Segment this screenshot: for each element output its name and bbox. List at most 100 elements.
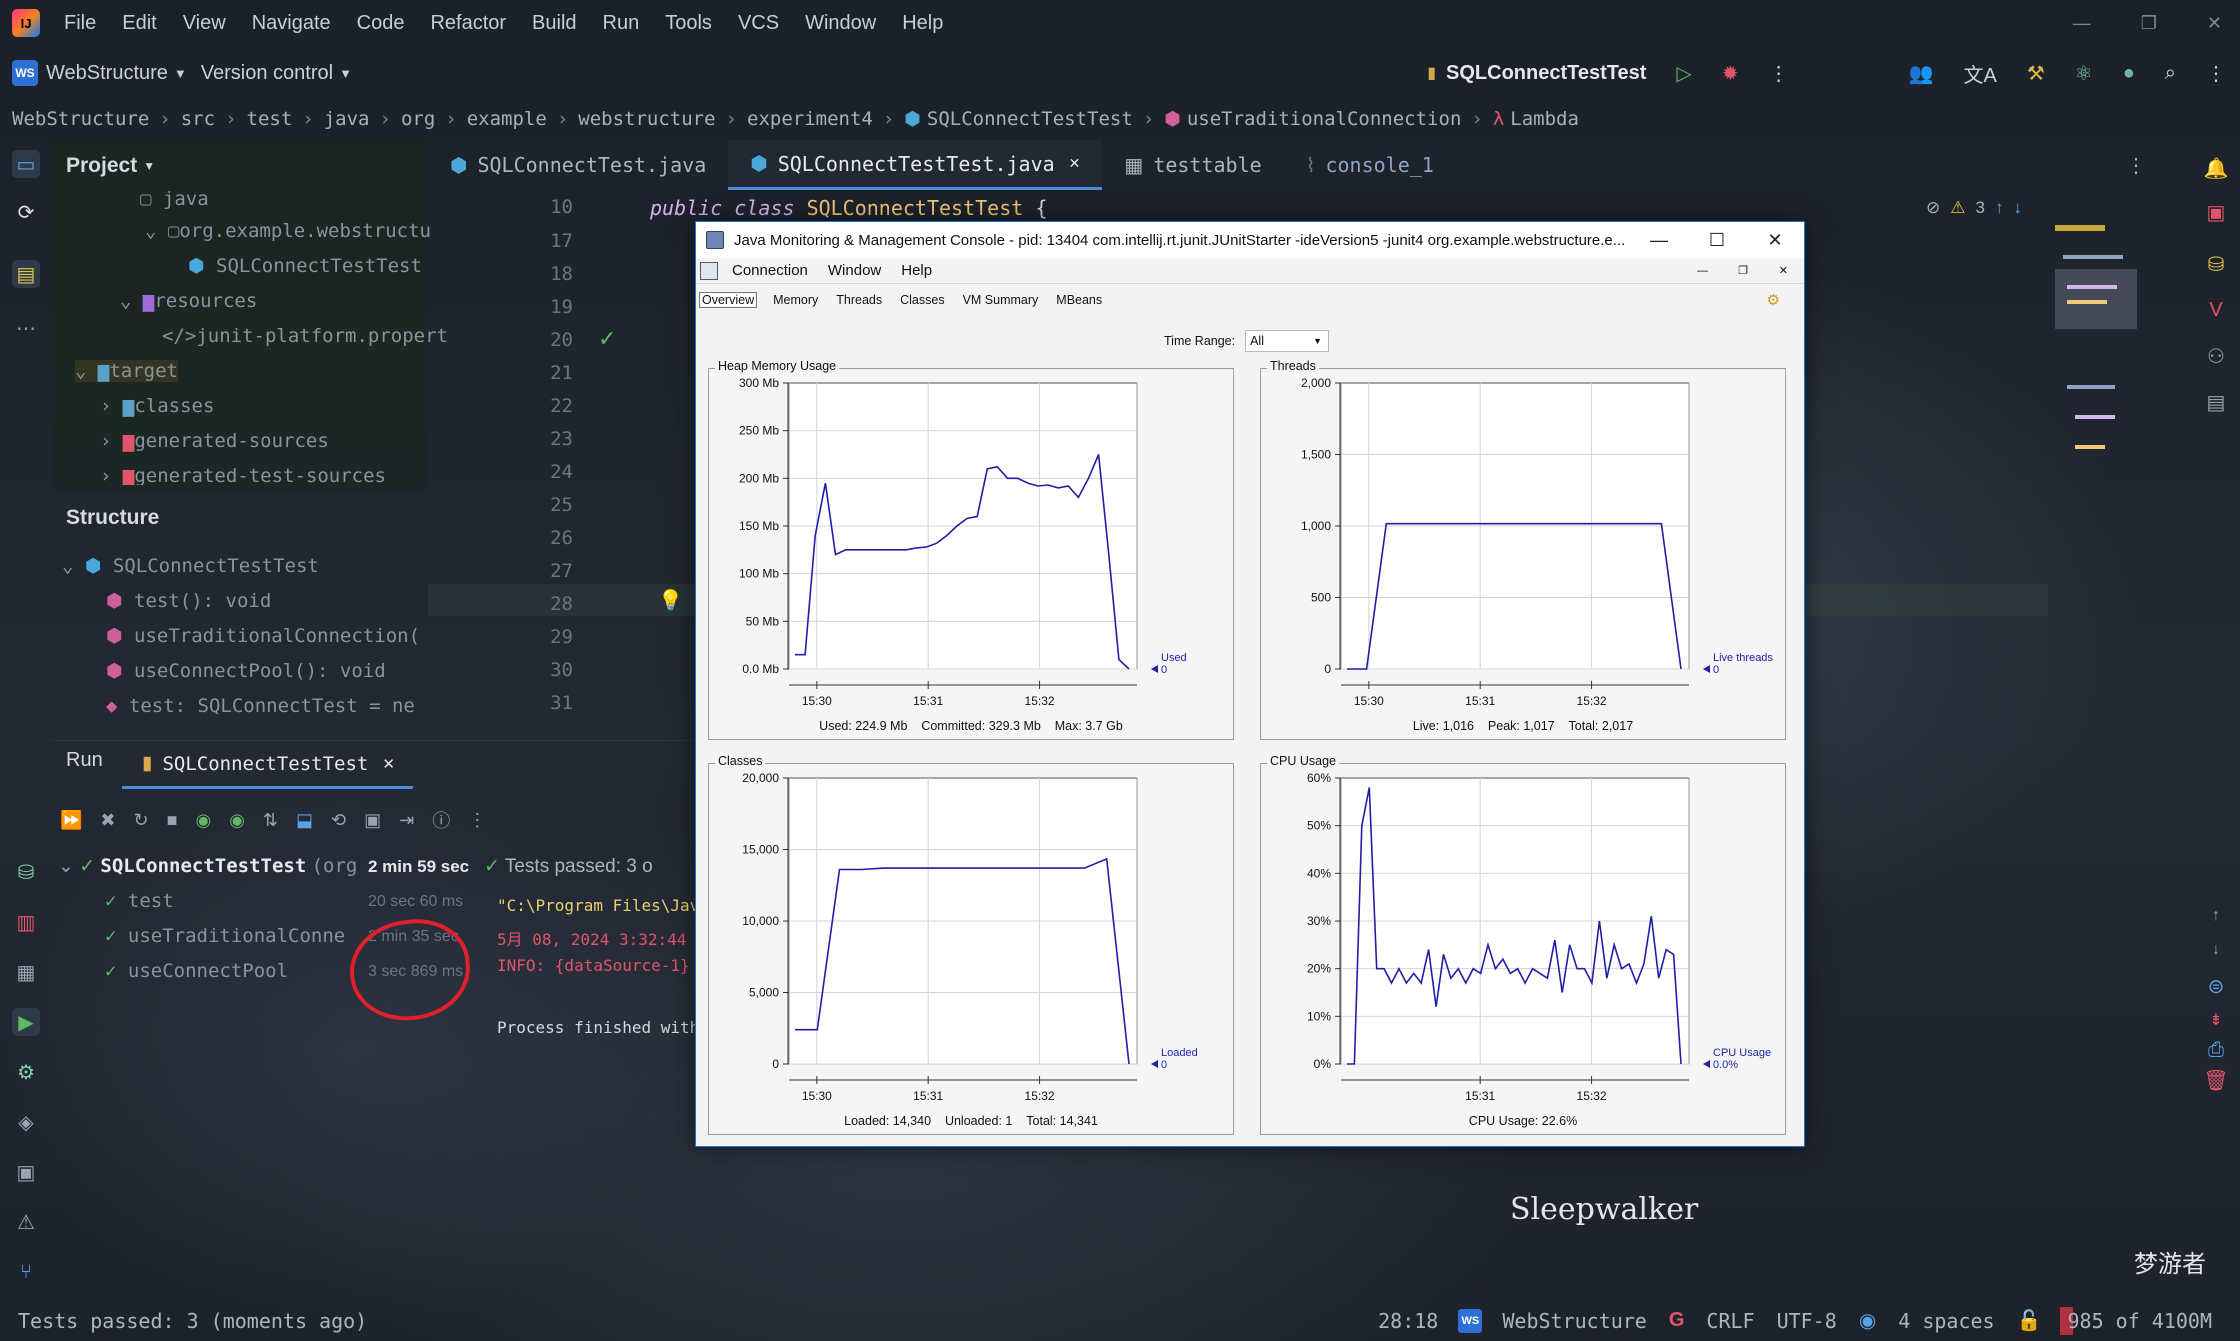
close-tab-icon[interactable]: ✕ bbox=[1069, 155, 1081, 172]
git-tool-icon[interactable]: ⑂ bbox=[12, 1258, 40, 1286]
minimize-icon[interactable]: — bbox=[2073, 13, 2091, 34]
tree-item[interactable]: </>junit-platform.propert bbox=[162, 325, 448, 347]
breadcrumb-item[interactable]: example bbox=[467, 108, 547, 130]
commit-tool-icon[interactable]: ⟳ bbox=[12, 198, 40, 226]
file-encoding[interactable]: UTF-8 bbox=[1777, 1309, 1837, 1333]
database-icon[interactable]: ⛁ bbox=[2202, 250, 2230, 278]
tab-mbeans[interactable]: MBeans bbox=[1054, 293, 1104, 307]
tree-item[interactable]: ⌄ ▢org.example.webstructu bbox=[145, 220, 431, 242]
menu-build[interactable]: Build bbox=[532, 12, 576, 35]
notifications-icon[interactable]: 🔔 bbox=[2202, 154, 2230, 182]
history-icon[interactable]: ⟲ bbox=[331, 810, 346, 831]
debug-icon[interactable]: ✹ bbox=[1722, 61, 1739, 86]
print-icon[interactable]: ⎙ bbox=[2202, 1036, 2230, 1064]
menu-navigate[interactable]: Navigate bbox=[252, 12, 331, 35]
structure-item[interactable]: ⌄ ⬢ SQLConnectTestTest bbox=[62, 555, 319, 577]
rerun-icon[interactable]: ⏩ bbox=[60, 810, 82, 831]
tab-threads[interactable]: Threads bbox=[834, 293, 884, 307]
caret-position[interactable]: 28:18 bbox=[1378, 1309, 1438, 1333]
test-row[interactable]: ✓ test bbox=[105, 890, 174, 912]
menu-run[interactable]: Run bbox=[603, 12, 640, 35]
line-separator[interactable]: CRLF bbox=[1706, 1309, 1754, 1333]
database-tool-icon[interactable]: ⛁ bbox=[12, 858, 40, 886]
tree-item[interactable]: ⌄ ▆target bbox=[75, 360, 178, 382]
close-icon[interactable]: ✕ bbox=[2207, 13, 2222, 34]
toggle-auto-test-icon[interactable]: ↻ bbox=[134, 810, 149, 831]
arrow-up-icon[interactable]: ↑ bbox=[1995, 198, 2004, 218]
status-project[interactable]: WebStructure bbox=[1502, 1309, 1647, 1333]
show-ignored-icon[interactable]: ◉ bbox=[229, 810, 245, 831]
sort-icon[interactable]: ⇅ bbox=[263, 810, 278, 831]
menu-window[interactable]: Window bbox=[805, 12, 876, 35]
import-tests-icon[interactable]: ⬓ bbox=[296, 810, 313, 831]
close-icon[interactable]: ✕ bbox=[1746, 222, 1804, 258]
inner-minimize-icon[interactable]: — bbox=[1697, 265, 1708, 277]
menu-tools[interactable]: Tools bbox=[665, 12, 712, 35]
tree-item[interactable]: › ▆classes bbox=[100, 395, 214, 417]
time-range-select[interactable]: All ▼ bbox=[1245, 330, 1330, 352]
menu-vcs[interactable]: VCS bbox=[738, 12, 779, 35]
profiler-tool-icon[interactable]: ▥ bbox=[12, 908, 40, 936]
tab-testtable[interactable]: ▦ testtable bbox=[1102, 140, 1283, 190]
settings-icon[interactable]: ⋮ bbox=[2206, 61, 2226, 86]
eye-icon[interactable]: ◉ bbox=[1859, 1308, 1876, 1333]
tab-console[interactable]: ⌇ console_1 bbox=[1284, 140, 1456, 190]
collab-icon[interactable]: 👥 bbox=[1909, 61, 1934, 86]
trash-icon[interactable]: 🗑 bbox=[2202, 1066, 2230, 1094]
inner-close-icon[interactable]: ✕ bbox=[1779, 264, 1788, 277]
project-selector[interactable]: WebStructure bbox=[46, 62, 168, 85]
status-message[interactable]: Tests passed: 3 (moments ago) bbox=[18, 1309, 367, 1333]
breadcrumb-item[interactable]: experiment4 bbox=[747, 108, 873, 130]
code-minimap[interactable] bbox=[2055, 225, 2137, 485]
status-dot-icon[interactable]: ● bbox=[2123, 62, 2135, 85]
bookmark-icon[interactable]: ▣ bbox=[2202, 198, 2230, 226]
menu-file[interactable]: File bbox=[64, 12, 96, 35]
stop-icon[interactable]: ■ bbox=[167, 810, 178, 831]
menu-window[interactable]: Window bbox=[828, 262, 881, 279]
breadcrumb-item[interactable]: Lambda bbox=[1510, 108, 1579, 130]
search-icon[interactable]: ⌕ bbox=[2165, 62, 2176, 85]
ai-assistant-icon[interactable]: ⚇ bbox=[2202, 342, 2230, 370]
menu-view[interactable]: View bbox=[183, 12, 226, 35]
menu-refactor[interactable]: Refactor bbox=[430, 12, 506, 35]
breadcrumb-item[interactable]: useTraditionalConnection bbox=[1187, 108, 1462, 130]
scroll-end-icon[interactable]: ⇟ bbox=[2202, 1006, 2230, 1034]
plugin-icon[interactable]: ⚛ bbox=[2075, 61, 2093, 86]
run-icon[interactable]: ▷ bbox=[1676, 61, 1691, 86]
menu-help[interactable]: Help bbox=[902, 12, 943, 35]
soft-wrap-icon[interactable]: ⊜ bbox=[2202, 972, 2230, 1000]
test-row[interactable]: ✓ useTraditionalConne bbox=[105, 925, 355, 947]
run-config-selector[interactable]: SQLConnectTestTest bbox=[1446, 62, 1646, 85]
screenshot-icon[interactable]: ▣ bbox=[364, 810, 381, 831]
lock-icon[interactable]: 🔓 bbox=[2017, 1308, 2042, 1333]
more-icon[interactable]: ⋮ bbox=[468, 810, 486, 831]
scroll-up-icon[interactable]: ↑ bbox=[2202, 902, 2230, 930]
vcs-selector[interactable]: Version control bbox=[201, 62, 333, 85]
tab-overview[interactable]: Overview bbox=[699, 292, 758, 308]
test-passed-gutter-icon[interactable]: ✓ bbox=[598, 326, 616, 352]
scroll-down-icon[interactable]: ↓ bbox=[2202, 936, 2230, 964]
tree-item[interactable]: › ▆generated-test-sources bbox=[100, 465, 386, 485]
tree-item[interactable]: ⌄ ▆resources bbox=[120, 290, 257, 312]
show-passed-icon[interactable]: ◉ bbox=[195, 810, 211, 831]
structure-item[interactable]: ⬢ useTraditionalConnection( bbox=[106, 625, 424, 647]
minimize-icon[interactable]: — bbox=[1630, 222, 1688, 258]
tab-sqlconnecttest[interactable]: ⬢ SQLConnectTest.java bbox=[428, 140, 728, 190]
services-tool-icon[interactable]: ⚙ bbox=[12, 1058, 40, 1086]
breadcrumb-item[interactable]: WebStructure bbox=[12, 108, 149, 130]
run-tab[interactable]: ▮ SQLConnectTestTest ✕ bbox=[122, 741, 413, 789]
test-row[interactable]: ✓ useConnectPool bbox=[105, 960, 288, 982]
menu-connection[interactable]: Connection bbox=[732, 262, 808, 279]
restore-icon[interactable]: ❐ bbox=[2141, 13, 2157, 34]
code-line[interactable]: public class SQLConnectTestTest { bbox=[650, 196, 1047, 220]
inspection-widget[interactable]: ⊘ ⚠ 3 ↑ ↓ bbox=[1926, 198, 2022, 218]
menu-code[interactable]: Code bbox=[357, 12, 405, 35]
breadcrumb-item[interactable]: webstructure bbox=[578, 108, 715, 130]
more-tabs-icon[interactable]: ⋮ bbox=[2104, 140, 2168, 190]
tree-item[interactable]: › ▆generated-sources bbox=[100, 430, 329, 452]
more-icon[interactable]: ⋮ bbox=[1769, 61, 1789, 86]
structure-item[interactable]: ⬢ useConnectPool(): void bbox=[106, 660, 386, 682]
structure-item[interactable]: ◆ test: SQLConnectTest = ne bbox=[106, 695, 424, 717]
project-panel-title[interactable]: Project bbox=[66, 154, 137, 178]
problems-tool-icon[interactable]: ⚠ bbox=[12, 1208, 40, 1236]
